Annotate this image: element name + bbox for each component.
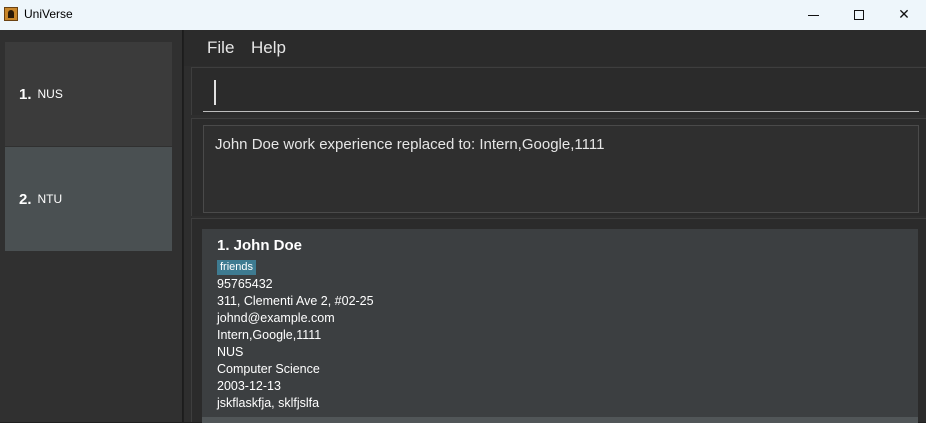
window-title: UniVerse [24,7,73,21]
menu-help[interactable]: Help [251,38,286,58]
person-major: Computer Science [217,362,320,376]
sidebar-item-index: 2. [19,190,32,208]
command-box [191,67,926,115]
sidebar-item-ntu[interactable]: 2. NTU [5,147,172,251]
person-card[interactable]: 1. John Doe friends 95765432 311, Clemen… [202,229,918,419]
person-email: johnd@example.com [217,311,335,325]
maximize-button[interactable] [836,0,882,30]
result-message: John Doe work experience replaced to: In… [215,136,605,153]
command-input[interactable] [203,72,919,112]
menu-bar: File Help [184,30,926,66]
result-display: John Doe work experience replaced to: In… [191,118,926,216]
minimize-icon [807,14,819,16]
person-phone: 95765432 [217,277,273,291]
person-interests: jskflaskfja, sklfjslfa [217,396,320,410]
title-bar: UniVerse ✕ [0,0,926,30]
text-caret [214,80,216,105]
sidebar-item-nus[interactable]: 1. NUS [5,42,172,146]
minimize-button[interactable] [790,0,836,30]
person-name: 1. John Doe [217,237,303,254]
close-icon: ✕ [898,7,910,23]
main-area: File Help John Doe work experience repla… [184,30,926,423]
person-work-experience: Intern,Google,1111 [217,328,322,342]
sidebar-item-label: NUS [37,87,63,101]
close-button[interactable]: ✕ [881,0,926,30]
person-university: NUS [217,345,244,359]
university-sidebar: 1. NUS 2. NTU [0,30,183,422]
person-address: 311, Clementi Ave 2, #02-25 [217,294,374,308]
result-text-area[interactable]: John Doe work experience replaced to: In… [203,125,919,213]
maximize-icon [854,10,864,20]
sidebar-item-label: NTU [37,192,63,206]
person-list[interactable]: 1. John Doe friends 95765432 311, Clemen… [191,218,926,423]
person-birthday: 2003-12-13 [217,379,281,393]
sidebar-item-index: 1. [19,85,32,103]
menu-file[interactable]: File [207,38,234,58]
tag-badge: friends [217,260,257,275]
app-icon [4,7,18,21]
next-card-edge [202,417,918,423]
